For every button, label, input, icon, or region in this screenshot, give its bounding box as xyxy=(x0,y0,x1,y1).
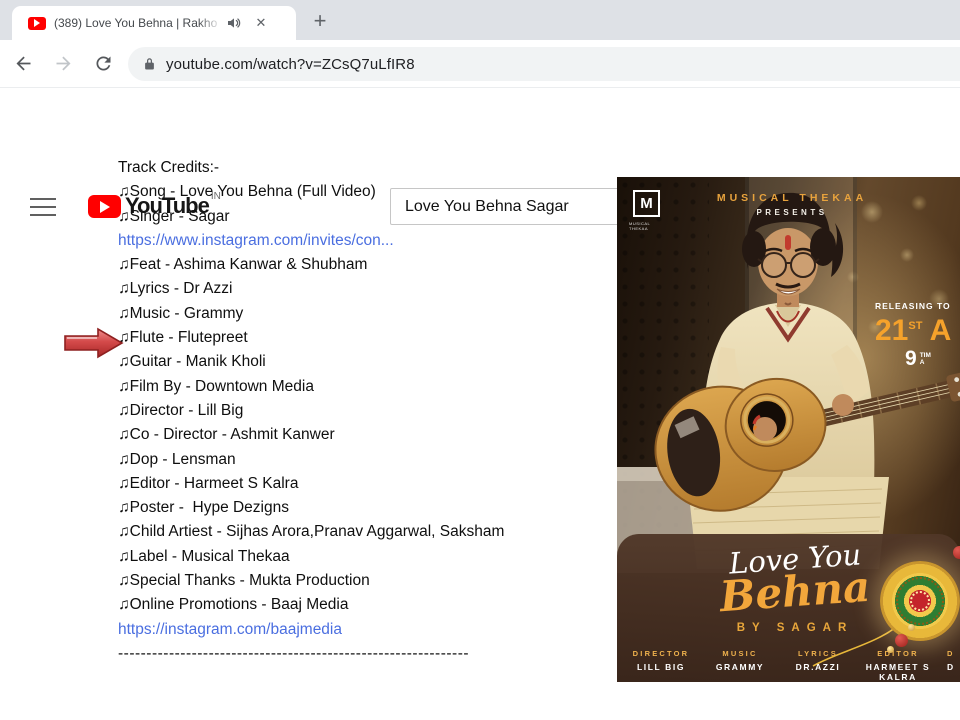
credit-line-child-artist: ♫Child Artiest - Sijhas Arora,Pranav Agg… xyxy=(118,520,618,544)
hamburger-menu-icon[interactable] xyxy=(30,198,56,216)
credit-line-flute: ♫Flute - Flutepreet xyxy=(118,326,618,350)
red-arrow-annotation-icon xyxy=(63,326,125,360)
credit-line-editor: ♫Editor - Harmeet S Kalra xyxy=(118,472,618,496)
credits-title: Track Credits:- xyxy=(118,156,618,180)
youtube-header: YouTube IN xyxy=(0,88,960,148)
browser-toolbar: youtube.com/watch?v=ZCsQ7uLfIR8 xyxy=(0,40,960,88)
instagram-invite-link[interactable]: https://www.instagram.com/invites/con... xyxy=(118,229,618,253)
new-tab-button[interactable]: + xyxy=(306,8,334,36)
credit-line-feat: ♫Feat - Ashima Kanwar & Shubham xyxy=(118,253,618,277)
speaker-icon[interactable] xyxy=(226,15,242,31)
lock-icon xyxy=(142,57,157,72)
credit-line-co-director: ♫Co - Director - Ashmit Kanwer xyxy=(118,423,618,447)
instagram-baajmedia-link[interactable]: https://instagram.com/baajmedia xyxy=(118,618,618,642)
tab-strip: (389) Love You Behna | Rakho ✕ + xyxy=(0,0,960,40)
forward-button[interactable] xyxy=(46,47,80,81)
credit-line-online-promotions: ♫Online Promotions - Baaj Media xyxy=(118,593,618,617)
thumb-credit-cropped: D D xyxy=(947,649,960,672)
description-divider: ----------------------------------------… xyxy=(118,642,618,666)
thumbnail-brand-text: MUSICAL THEKAA xyxy=(617,192,960,204)
thumb-credit-director: DIRECTOR LILL BIG xyxy=(617,649,706,672)
browser-window: (389) Love You Behna | Rakho ✕ + youtube… xyxy=(0,0,960,720)
thumbnail-title-panel: Love You Behna BY SAGAR DIRECTOR LILL BI… xyxy=(617,534,960,682)
url-text: youtube.com/watch?v=ZCsQ7uLfIR8 xyxy=(166,56,415,73)
youtube-favicon-icon xyxy=(28,17,46,30)
credit-line-special-thanks: ♫Special Thanks - Mukta Production xyxy=(118,569,618,593)
video-thumbnail[interactable]: M MUSICAL THEKAA MUSICAL THEKAA PRESENTS… xyxy=(617,177,960,682)
credit-line-lyrics: ♫Lyrics - Dr Azzi xyxy=(118,277,618,301)
credit-line-film-by: ♫Film By - Downtown Media xyxy=(118,375,618,399)
release-date: 21ST A xyxy=(875,311,960,346)
tab-close-icon[interactable]: ✕ xyxy=(252,14,270,32)
release-info: RELEASING TO 21ST A 9 TIMA xyxy=(875,301,960,369)
rakhi-bead xyxy=(895,634,908,647)
address-bar[interactable]: youtube.com/watch?v=ZCsQ7uLfIR8 xyxy=(128,47,960,81)
thumb-credit-editor: EDITOR HARMEET S KALRA xyxy=(853,649,943,682)
back-button[interactable] xyxy=(6,47,40,81)
youtube-play-icon xyxy=(88,195,121,218)
credit-line-singer: ♫Singer - Sagar xyxy=(118,205,618,229)
credit-line-dop: ♫Dop - Lensman xyxy=(118,448,618,472)
rakhi-ornament-icon xyxy=(880,561,960,641)
credit-line-guitar: ♫Guitar - Manik Kholi xyxy=(118,350,618,374)
musical-thekaa-logo-caption: MUSICAL THEKAA xyxy=(629,221,669,231)
credit-line-song: ♫Song - Love You Behna (Full Video) xyxy=(118,180,618,204)
thumbnail-presents-text: PRESENTS xyxy=(617,208,960,217)
rakhi-bead xyxy=(908,624,915,631)
thumb-credit-music: MUSIC GRAMMY xyxy=(695,649,785,672)
browser-tab[interactable]: (389) Love You Behna | Rakho ✕ xyxy=(12,6,296,40)
release-time: 9 TIMA xyxy=(905,349,960,369)
credit-line-poster: ♫Poster - Hype Dezigns xyxy=(118,496,618,520)
thumb-credit-lyrics: LYRICS DR.AZZI xyxy=(773,649,863,672)
credit-line-music: ♫Music - Grammy xyxy=(118,302,618,326)
rakhi-bead xyxy=(953,546,960,559)
releasing-label: RELEASING TO xyxy=(875,301,960,311)
description-credits: Track Credits:- ♫Song - Love You Behna (… xyxy=(118,156,618,666)
credit-line-label: ♫Label - Musical Thekaa xyxy=(118,545,618,569)
refresh-button[interactable] xyxy=(86,47,120,81)
credit-line-director: ♫Director - Lill Big xyxy=(118,399,618,423)
tab-title: (389) Love You Behna | Rakho xyxy=(54,16,222,30)
